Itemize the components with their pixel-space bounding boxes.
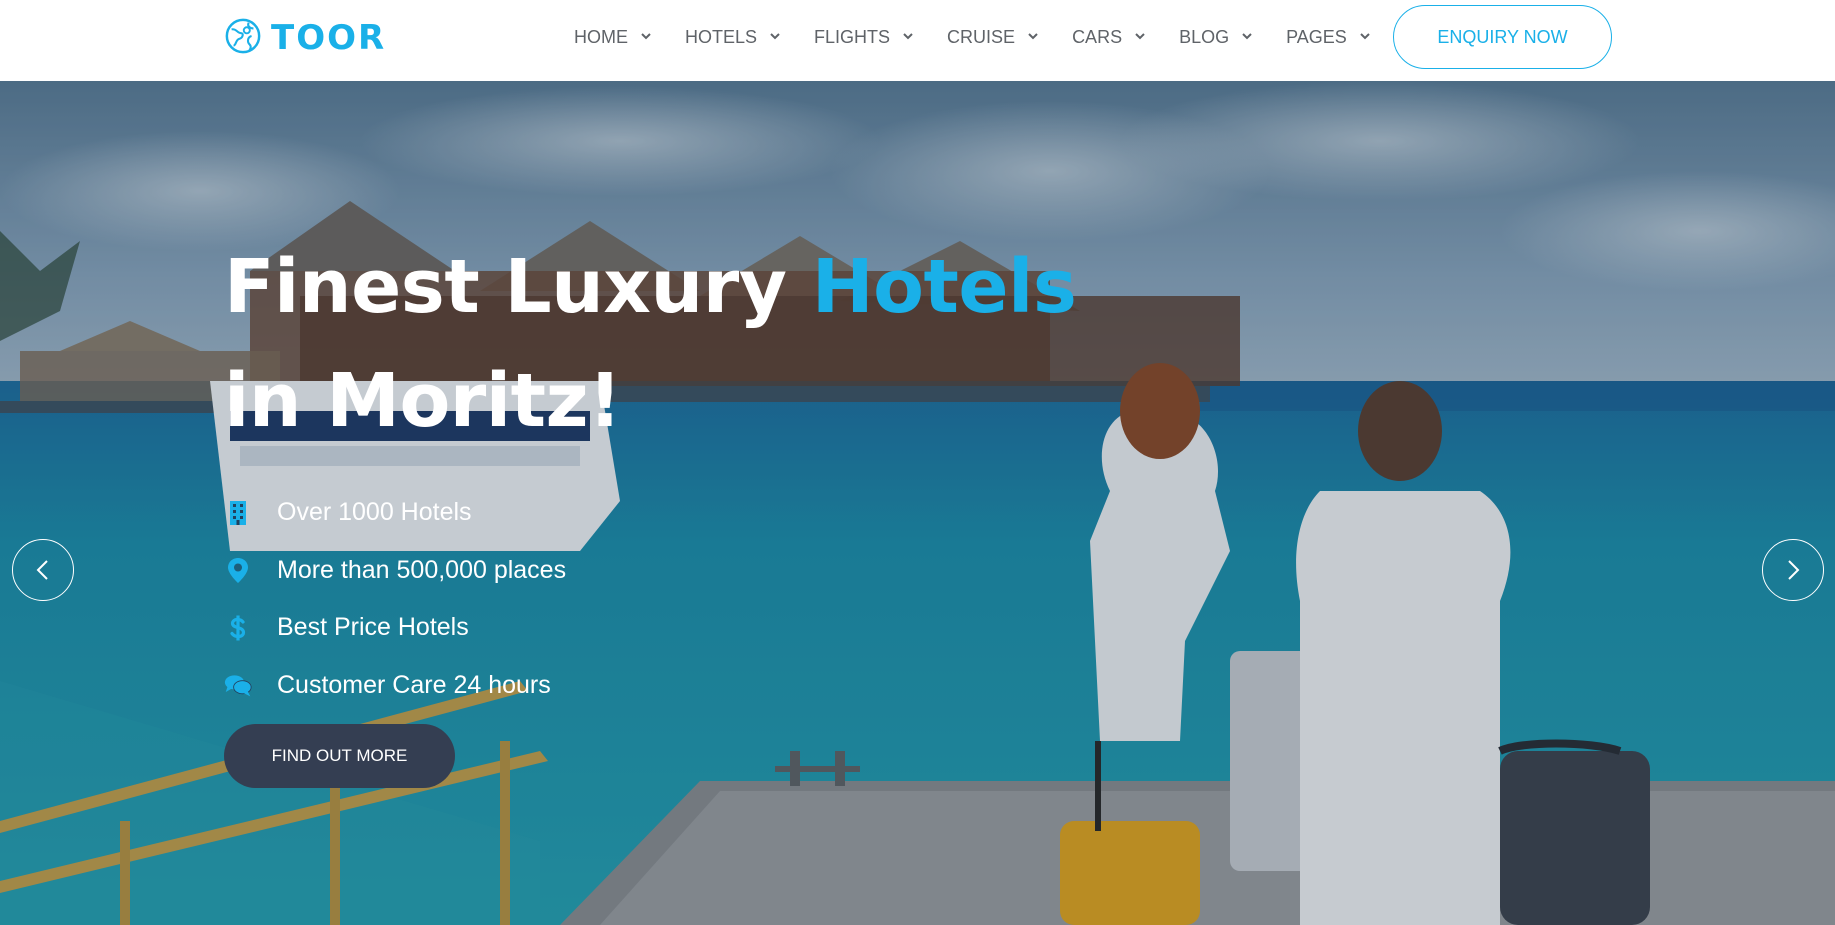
nav-item-hotels[interactable]: HOTELS	[685, 27, 781, 48]
logo[interactable]: TOOR	[224, 18, 386, 58]
nav-item-flights[interactable]: FLIGHTS	[814, 27, 914, 48]
nav-item-label: CARS	[1072, 26, 1123, 47]
feature-item: Customer Care 24 hours	[224, 657, 566, 715]
hero-title-prefix: Finest Luxury	[224, 244, 812, 330]
nav-item-home[interactable]: HOME	[574, 27, 652, 48]
hero-title-line-1: Finest Luxury Hotels	[224, 250, 1077, 324]
nav-item-blog[interactable]: BLOG	[1179, 27, 1253, 48]
hero-title-line-2: in Moritz!	[224, 358, 622, 444]
feature-list: Over 1000 Hotels More than 500,000 place…	[224, 484, 566, 714]
chevron-down-icon	[1135, 33, 1145, 40]
nav-item-label: HOTELS	[685, 26, 758, 47]
feature-text: Customer Care 24 hours	[277, 670, 551, 699]
nav-item-pages[interactable]: PAGES	[1286, 27, 1371, 48]
nav-item-label: PAGES	[1286, 26, 1347, 47]
feature-text: Best Price Hotels	[277, 613, 469, 642]
chat-bubbles-icon	[224, 668, 258, 702]
slider-next-button[interactable]	[1762, 539, 1824, 601]
brand-name: TOOR	[271, 18, 387, 58]
nav-item-label: BLOG	[1179, 26, 1230, 47]
find-out-more-button[interactable]: FIND OUT MORE	[224, 724, 455, 788]
nav-item-label: FLIGHTS	[814, 26, 891, 47]
building-icon	[224, 496, 258, 530]
feature-item: Over 1000 Hotels	[224, 484, 566, 542]
hero-title-accent: Hotels	[811, 244, 1077, 330]
chevron-down-icon	[770, 33, 780, 40]
site-header: TOOR HOME HOTELS FLIGHTS CRUISE CARS BLO…	[0, 0, 1835, 81]
chevron-down-icon	[903, 33, 913, 40]
chevron-down-icon	[641, 33, 651, 40]
map-pin-icon	[224, 553, 258, 587]
chevron-down-icon	[1242, 33, 1252, 40]
hero-slider: Finest Luxury Hotels in Moritz! Over 100…	[0, 81, 1835, 925]
feature-text: More than 500,000 places	[277, 555, 567, 584]
slider-prev-button[interactable]	[12, 539, 74, 601]
nav-item-cruise[interactable]: CRUISE	[947, 27, 1039, 48]
feature-item: More than 500,000 places	[224, 542, 566, 600]
chevron-right-icon	[1788, 560, 1800, 580]
main-nav: HOME HOTELS FLIGHTS CRUISE CARS BLOG PAG…	[574, 0, 1371, 74]
feature-text: Over 1000 Hotels	[277, 498, 472, 527]
globe-icon	[224, 17, 262, 60]
chevron-down-icon	[1028, 33, 1038, 40]
chevron-down-icon	[1360, 33, 1370, 40]
chevron-left-icon	[36, 560, 48, 580]
feature-item: Best Price Hotels	[224, 599, 566, 657]
enquiry-now-button[interactable]: ENQUIRY NOW	[1393, 5, 1612, 69]
nav-item-label: HOME	[574, 26, 628, 47]
nav-item-cars[interactable]: CARS	[1072, 27, 1146, 48]
nav-item-label: CRUISE	[947, 26, 1016, 47]
dollar-icon	[224, 611, 258, 645]
